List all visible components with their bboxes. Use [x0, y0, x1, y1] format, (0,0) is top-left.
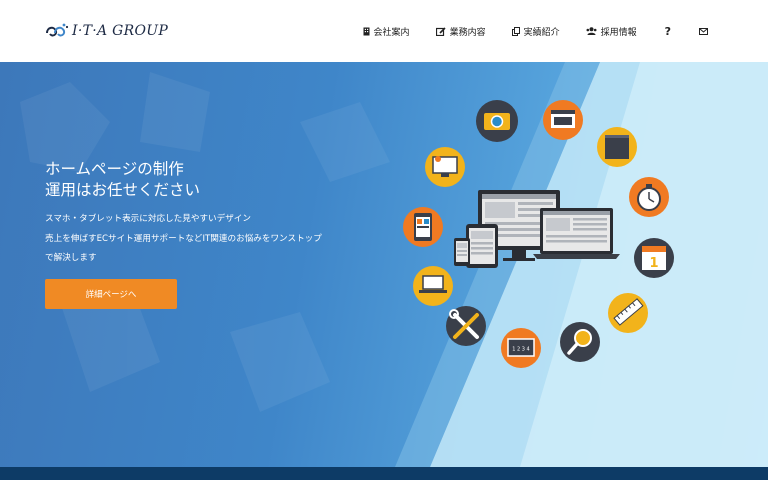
nav-item-works[interactable]: 実績紹介: [511, 25, 560, 38]
hero-section: ホームページの制作 運用はお任せください スマホ・タブレット表示に対応した見やす…: [0, 62, 768, 467]
devices-illustration: [454, 190, 620, 268]
building-icon: [363, 27, 370, 35]
laptop-icon: [413, 266, 453, 306]
chalkboard-text: 1 2 3 4: [512, 347, 530, 353]
nav-item-faq[interactable]: ?: [665, 25, 671, 38]
users-icon: [586, 27, 597, 35]
tools-icon: [446, 306, 486, 346]
hero-illustration: 1 1 2 3 4: [403, 100, 674, 368]
nav-item-recruit-label: 採用情報: [600, 27, 637, 38]
ruler-icon: [608, 293, 648, 333]
calendar-day: 1: [649, 256, 658, 271]
site-header: I·T·A GROUP 会社案内 業務内容 実績紹介 採用情報 ?: [0, 0, 768, 62]
nav-item-contact[interactable]: [699, 27, 712, 35]
stopwatch-icon: [629, 177, 669, 217]
brand-swirl-icon: [46, 23, 69, 37]
nav-item-services-label: 業務内容: [449, 27, 486, 38]
brand-logo[interactable]: I·T·A GROUP: [44, 20, 168, 42]
mail-icon: [699, 27, 708, 35]
magnifier-icon: [560, 322, 600, 362]
copy-icon: [511, 26, 520, 36]
browser-icon: [543, 100, 583, 140]
question-icon: ?: [664, 24, 671, 38]
mobile-layout-icon: [403, 207, 443, 247]
monitor-icon: [425, 147, 465, 187]
book-icon: [597, 127, 637, 167]
nav-item-company-label: 会社案内: [373, 27, 410, 38]
calendar-icon: 1: [634, 238, 674, 278]
nav-item-works-label: 実績紹介: [523, 27, 560, 38]
nav-item-company[interactable]: 会社案内: [363, 25, 410, 38]
brand-name: I·T·A GROUP: [72, 23, 169, 39]
chalkboard-icon: 1 2 3 4: [501, 328, 541, 368]
nav-item-services[interactable]: 業務内容: [435, 25, 486, 38]
nav-item-recruit[interactable]: 採用情報: [586, 25, 637, 38]
camera-icon: [476, 100, 518, 142]
edit-icon: [435, 26, 446, 36]
footer-band: [0, 467, 768, 480]
main-nav: 会社案内 業務内容 実績紹介 採用情報 ?: [337, 0, 712, 62]
